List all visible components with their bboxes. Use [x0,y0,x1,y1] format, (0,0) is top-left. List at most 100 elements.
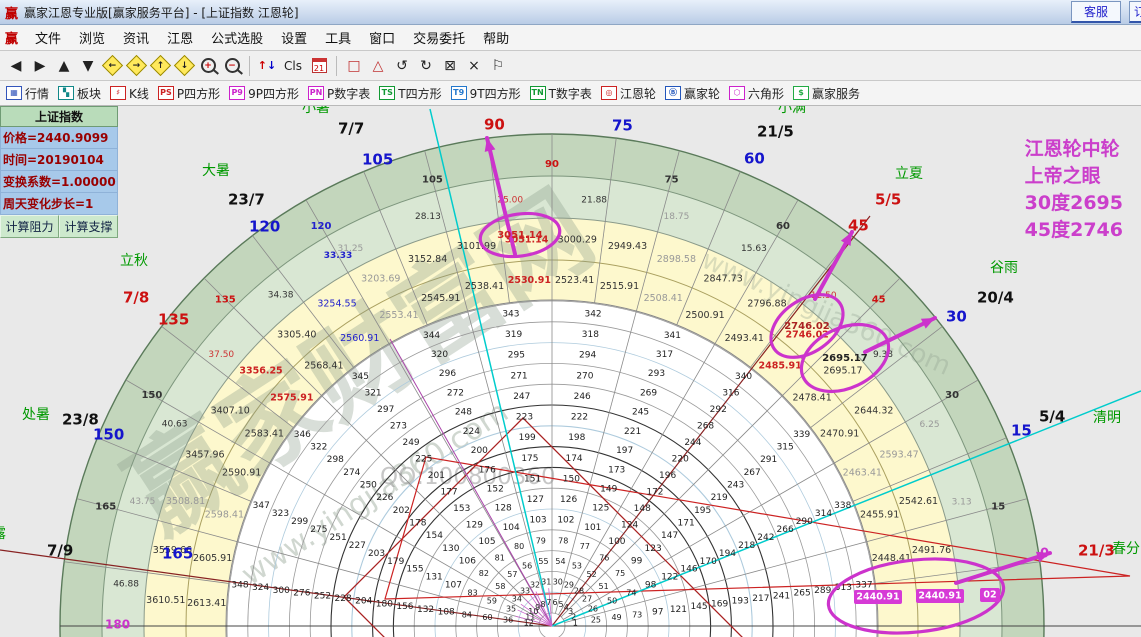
menu-3[interactable]: 江恩 [158,30,202,49]
svg-text:321: 321 [364,388,381,398]
view-六角形[interactable]: ⬡六角形 [729,85,784,102]
shift-down-icon[interactable]: ↓ [172,54,196,78]
pan-up-icon[interactable]: ▲ [52,54,76,78]
cls-icon[interactable]: Cls [279,54,307,78]
calc-button-0[interactable]: 计算阻力 [0,215,59,238]
svg-text:30: 30 [553,578,563,587]
svg-text:267: 267 [744,468,761,478]
svg-text:2491.76: 2491.76 [912,545,951,556]
view-badge-icon: T9 [451,86,467,100]
svg-text:2605.91: 2605.91 [193,553,232,564]
svg-text:3508.81: 3508.81 [166,496,205,507]
updown-marker-icon[interactable]: ↑↓ [255,54,279,78]
svg-text:小暑: 小暑 [302,106,330,116]
svg-text:218: 218 [738,541,755,551]
svg-text:36: 36 [503,616,513,625]
gann-wheel-canvas[interactable]: 赢家财富网www.yingjia360.comQQ:100800360www.y… [0,106,1141,637]
svg-text:100: 100 [608,537,625,547]
svg-text:40.63: 40.63 [162,420,188,430]
svg-text:6.25: 6.25 [920,420,940,430]
menu-5[interactable]: 设置 [272,30,316,49]
menu-1[interactable]: 浏览 [70,30,114,49]
view-9P四方形[interactable]: P99P四方形 [229,85,299,102]
pan-left-icon[interactable]: ◀ [4,54,28,78]
svg-text:3457.96: 3457.96 [185,449,224,460]
triangle-tool-icon[interactable]: △ [366,54,390,78]
menu-2[interactable]: 资讯 [114,30,158,49]
svg-text:300: 300 [273,586,290,596]
svg-text:297: 297 [377,405,394,415]
svg-text:90: 90 [545,159,559,170]
svg-text:104: 104 [503,523,520,533]
svg-text:317: 317 [656,350,673,360]
svg-text:121: 121 [670,605,687,615]
svg-text:322: 322 [310,443,327,453]
support-button[interactable]: 客服 [1071,1,1121,23]
svg-text:127: 127 [527,495,544,505]
svg-text:265: 265 [794,589,811,599]
rotate-ccw-icon[interactable]: ↺ [390,54,414,78]
svg-text:241: 241 [773,591,790,601]
chart-area: 赢家财富网www.yingjia360.comQQ:100800360www.y… [0,106,1141,637]
view-9T四方形[interactable]: T99T四方形 [451,85,521,102]
view-赢家服务[interactable]: $赢家服务 [793,85,860,102]
box-x-tool-icon[interactable]: ⊠ [438,54,462,78]
view-行情[interactable]: ▦行情 [6,85,49,102]
support-button-partial[interactable]: 订 [1129,1,1141,23]
calc-button-1[interactable]: 计算支撑 [59,215,118,238]
svg-text:2598.41: 2598.41 [205,509,244,520]
svg-text:33.33: 33.33 [324,251,352,261]
square-tool-icon[interactable]: □ [342,54,366,78]
svg-text:2746.02: 2746.02 [784,321,830,332]
svg-text:2455.91: 2455.91 [860,509,899,520]
menu-4[interactable]: 公式选股 [202,30,272,49]
view-label: 9T四方形 [470,85,521,102]
menu-6[interactable]: 工具 [316,30,360,49]
panel-title: 上证指数 [0,106,118,127]
svg-text:3051.14: 3051.14 [497,230,543,241]
svg-text:2463.41: 2463.41 [843,467,882,478]
view-P数字表[interactable]: PNP数字表 [308,85,370,102]
svg-text:106: 106 [459,557,476,567]
svg-text:立夏: 立夏 [895,166,923,182]
calendar-icon[interactable]: 21 [307,54,331,78]
svg-text:224: 224 [463,427,480,437]
svg-text:53: 53 [572,561,582,570]
rotate-cw-icon[interactable]: ↻ [414,54,438,78]
svg-text:251: 251 [330,533,347,543]
svg-text:145: 145 [690,602,707,612]
zoom-out-icon[interactable]: − [220,54,244,78]
svg-text:346: 346 [294,430,311,440]
menu-9[interactable]: 帮助 [474,30,518,49]
svg-text:春分: 春分 [1112,541,1140,557]
menu-7[interactable]: 窗口 [360,30,404,49]
pan-down-icon[interactable]: ▼ [76,54,100,78]
center-cross-icon[interactable]: × [462,54,486,78]
svg-text:2500.91: 2500.91 [685,310,724,321]
view-K线[interactable]: ♯K线 [110,85,149,102]
shift-up-icon[interactable]: ↑ [148,54,172,78]
view-赢家轮[interactable]: Ⓑ赢家轮 [665,85,720,102]
pan-right-icon[interactable]: ▶ [28,54,52,78]
clear-canvas-icon[interactable]: ⚐ [486,54,510,78]
app-logo-icon: 赢 [5,3,18,22]
view-T数字表[interactable]: TNT数字表 [530,85,592,102]
shift-right-icon[interactable]: → [124,54,148,78]
svg-text:149: 149 [600,484,617,494]
svg-text:7: 7 [546,598,551,607]
view-P四方形[interactable]: PSP四方形 [158,85,220,102]
svg-text:290: 290 [796,517,813,527]
view-badge-icon: ◎ [601,86,617,100]
toolbar-separator [249,56,250,76]
view-板块[interactable]: ▚板块 [58,85,101,102]
shift-left-icon[interactable]: ← [100,54,124,78]
zoom-in-icon[interactable]: + [196,54,220,78]
menu-0[interactable]: 文件 [26,30,70,49]
menu-8[interactable]: 交易委托 [404,30,474,49]
panel-row-0: 价格=2440.9099 [0,127,118,149]
svg-text:341: 341 [664,331,681,341]
svg-text:120: 120 [311,221,332,232]
view-江恩轮[interactable]: ◎江恩轮 [601,85,656,102]
svg-text:135: 135 [215,294,236,305]
view-T四方形[interactable]: TST四方形 [379,85,441,102]
